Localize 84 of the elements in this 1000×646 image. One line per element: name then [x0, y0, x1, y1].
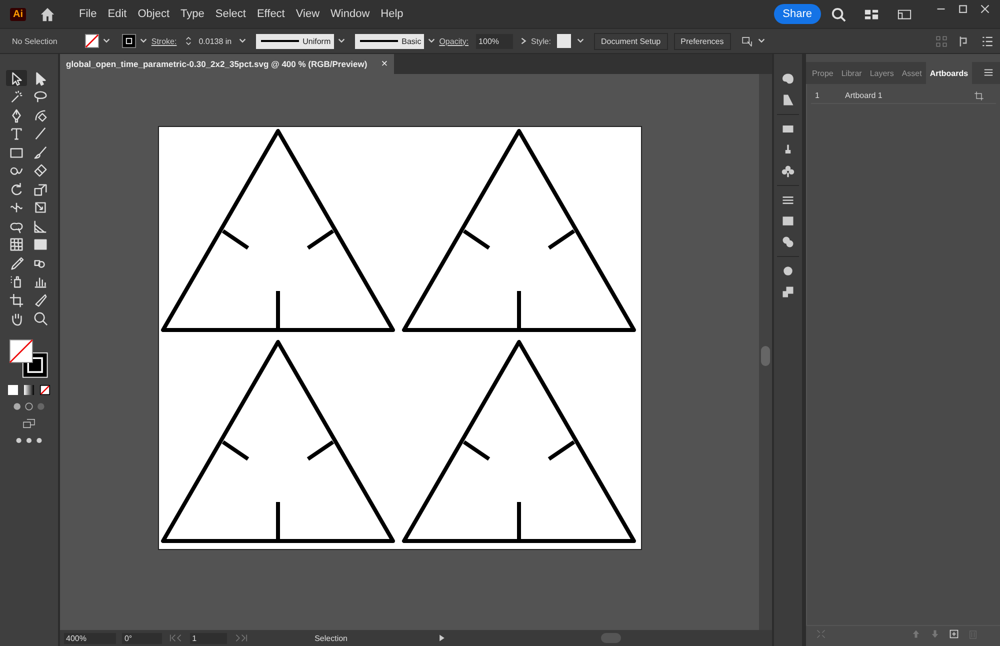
align-icon[interactable] — [740, 34, 754, 48]
tool-icon — [33, 218, 48, 234]
menu-item[interactable]: Type — [180, 8, 204, 20]
panel-tab[interactable]: Layers — [866, 62, 898, 84]
new-artboard-icon[interactable] — [949, 629, 959, 639]
circles-icon[interactable] — [781, 235, 795, 249]
zoom-field[interactable]: 400% — [64, 632, 116, 644]
home-icon[interactable] — [40, 6, 55, 22]
scrollbar-thumb[interactable] — [600, 633, 620, 643]
tool-icon — [33, 126, 48, 141]
tool-icon — [33, 200, 48, 215]
current-tool-label: Selection — [314, 634, 348, 642]
menu-item[interactable]: Window — [330, 8, 370, 20]
tool-icon — [9, 256, 24, 270]
menu-item[interactable]: Help — [380, 8, 404, 20]
tool-icon — [9, 126, 24, 141]
tool-icon — [9, 89, 24, 104]
fill-stroke-icon[interactable] — [9, 338, 49, 378]
artboard-field[interactable]: 1 — [190, 632, 227, 644]
tool-icon — [9, 70, 24, 86]
brush-dropdown[interactable]: Basic — [354, 34, 424, 48]
tool-icon — [33, 163, 48, 178]
tool-icon — [9, 108, 24, 122]
transform-icon[interactable] — [781, 285, 795, 299]
panel-tab[interactable]: Asset — [898, 62, 926, 84]
artboard-options-icon[interactable] — [974, 90, 984, 100]
none-mode-button[interactable] — [40, 384, 50, 394]
artboard-row[interactable]: 1 Artboard 1 — [811, 88, 996, 104]
stroke-label[interactable]: Stroke: — [151, 36, 177, 46]
tool-button[interactable] — [6, 70, 27, 86]
toolbar-button[interactable]: Preferences — [674, 32, 731, 50]
artboard-number: 1 — [814, 91, 820, 100]
list-icon[interactable] — [981, 34, 994, 48]
panel-tab[interactable]: Artboards — [926, 62, 972, 84]
tool-icon — [33, 89, 48, 104]
opacity-field[interactable]: 100% — [476, 34, 514, 48]
tool-icon — [33, 311, 48, 326]
tool-icon — [9, 237, 24, 252]
maximize-icon[interactable] — [957, 3, 969, 15]
tool-icon — [33, 144, 48, 160]
tool-icon — [33, 237, 48, 252]
rotation-field[interactable]: 0° — [122, 632, 162, 644]
style-swatch[interactable] — [557, 34, 572, 48]
artboard-name: Artboard 1 — [845, 91, 884, 100]
chevron-icon[interactable] — [519, 36, 528, 46]
menu-item[interactable]: Effect — [256, 8, 285, 20]
tool-icon — [9, 200, 24, 215]
menu-item[interactable]: Select — [215, 8, 246, 20]
tool-icon — [9, 292, 24, 308]
tool-icon — [33, 108, 48, 122]
stroke-weight-field[interactable]: 0.0138 in — [198, 36, 232, 46]
tool-icon — [33, 70, 48, 86]
grid-icon[interactable] — [935, 34, 948, 48]
selection-label: No Selection — [12, 36, 58, 46]
style-label: Style: — [531, 36, 552, 46]
draw-modes-icon[interactable] — [12, 400, 46, 412]
fill-none-swatch[interactable] — [85, 34, 100, 48]
search-icon[interactable] — [831, 6, 846, 22]
profile-dropdown[interactable]: Uniform — [256, 34, 334, 48]
menu-item[interactable]: File — [79, 8, 97, 20]
tool-icon — [9, 311, 24, 326]
document-tab[interactable]: global_open_time_parametric-0.30_2x2_35pct.svg @ 400 % (RGB/Preview) × — [60, 54, 394, 74]
gradient-mode-button[interactable] — [24, 384, 34, 394]
stroke-swatch[interactable] — [122, 34, 136, 48]
tool-icon — [33, 182, 48, 196]
menu-item[interactable]: Object — [138, 8, 170, 20]
panel-tab[interactable]: Prope — [808, 62, 838, 84]
menu-icon[interactable] — [983, 67, 994, 78]
close-tab-button[interactable]: × — [381, 58, 388, 70]
app-logo: Ai — [10, 8, 26, 20]
club-icon[interactable] — [781, 164, 795, 178]
color-mode-button[interactable] — [8, 384, 18, 394]
menu-item[interactable]: View — [296, 8, 320, 20]
scrollbar-thumb[interactable] — [761, 346, 770, 366]
toolbar-button[interactable]: Document Setup — [594, 32, 668, 50]
panel-tab[interactable]: Librar — [837, 62, 866, 84]
tool-icon — [9, 182, 24, 196]
tool-icon — [9, 274, 24, 289]
opacity-label[interactable]: Opacity: — [439, 36, 469, 46]
tool-icon — [33, 292, 48, 308]
share-button[interactable]: Share — [774, 4, 821, 24]
close-icon[interactable] — [979, 3, 991, 15]
spinner-icon[interactable] — [184, 36, 193, 46]
menu-item[interactable]: Edit — [108, 8, 127, 20]
